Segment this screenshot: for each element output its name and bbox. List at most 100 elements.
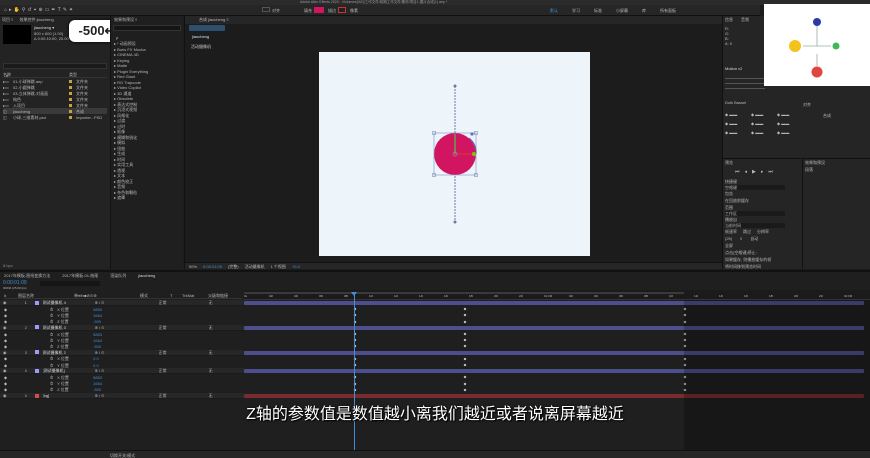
stopwatch-icon[interactable]: ⏱ — [50, 313, 53, 318]
timeline-tab-1[interactable]: 2017年模板-01-结尾 — [62, 273, 98, 278]
gizmo-knob[interactable] — [472, 152, 476, 156]
property-value[interactable]: 5853 — [93, 375, 102, 380]
project-tab[interactable]: 项目 ≡ — [2, 17, 13, 22]
visibility-eye-icon[interactable]: ◉ — [3, 368, 7, 373]
layer-name[interactable]: 测试摄像机 4 — [43, 300, 91, 305]
keyframe-nav-icon[interactable]: ◆ — [4, 319, 26, 324]
fill-swatch[interactable] — [314, 7, 324, 13]
prev-frame-icon[interactable]: ◂ — [745, 169, 748, 175]
workspace-tab-2[interactable]: 标准 — [594, 8, 602, 13]
col-parent[interactable]: 父级和链接 — [208, 293, 228, 298]
layer-color-chip[interactable] — [34, 325, 39, 330]
zoom-select[interactable]: 50% — [189, 264, 197, 269]
move-time-checkbox[interactable]: 将时间移到预览时间 — [723, 263, 801, 270]
label-color-chip[interactable] — [69, 103, 72, 107]
property-value[interactable]: 5853 — [93, 332, 102, 337]
property-value[interactable]: 1664 — [93, 338, 102, 343]
keyframe-nav-icon[interactable]: ◆ — [4, 356, 26, 361]
layer-switches[interactable]: ⊕ / ⊙ — [95, 350, 155, 355]
quality-select[interactable]: (完整) — [228, 264, 239, 269]
keyframe-marker[interactable] — [463, 313, 467, 317]
duik-button-2[interactable]: ◆ ▬▬ — [751, 112, 773, 117]
next-frame-icon[interactable]: ▸ — [761, 169, 764, 175]
keyframe-nav-icon[interactable]: ◆ — [4, 375, 26, 380]
layer-name[interactable]: [bg] — [43, 393, 91, 398]
home-icon[interactable]: ⌂ — [4, 7, 7, 13]
last-frame-icon[interactable]: ⏭ — [768, 169, 773, 175]
stopwatch-icon[interactable]: ⏱ — [50, 319, 53, 324]
property-value[interactable]: 5853 — [93, 307, 102, 312]
visibility-eye-icon[interactable]: ◉ — [3, 300, 7, 305]
label-color-chip[interactable] — [69, 85, 72, 89]
effect-controls-tab[interactable]: 效果控件 jiaocheng — [19, 17, 53, 22]
visibility-eye-icon[interactable]: ◉ — [3, 325, 7, 330]
keyframe-nav-icon[interactable]: ◆ — [4, 381, 26, 386]
layer-switches[interactable]: ⊕ / ⊙ — [95, 368, 155, 373]
keyframe-marker[interactable] — [463, 338, 467, 342]
keyframe-nav-icon[interactable]: ◆ — [4, 313, 26, 318]
time-ruler[interactable]: 0s 02f 04f 06f 08f 10f 12f 14f 16f 18f 20f 22f 01:00… — [244, 290, 870, 300]
playhead[interactable] — [354, 292, 355, 452]
snap-checkbox[interactable] — [262, 7, 270, 12]
effects-category[interactable]: ▸ 遮罩 — [114, 195, 182, 201]
layer-switches[interactable]: ⊕ / ⊙ — [95, 325, 155, 330]
pan-behind-tool-icon[interactable]: ⊕ — [38, 7, 42, 13]
type-tool-icon[interactable]: T — [58, 7, 61, 13]
property-value[interactable]: 1664 — [93, 313, 102, 318]
info-tab[interactable]: 信息 — [725, 17, 733, 22]
layer-mode-select[interactable]: 正常 — [159, 325, 181, 330]
comp-name[interactable]: jiaocheng ▾ — [34, 25, 54, 30]
workspace-tab-0[interactable]: 默认 — [550, 8, 558, 13]
audio-tab[interactable]: 音频 — [741, 17, 749, 22]
property-value[interactable]: -500 — [93, 344, 101, 349]
path-point-bottom[interactable] — [453, 220, 457, 224]
stopwatch-icon[interactable]: ⏱ — [50, 332, 53, 337]
motion-slider-1[interactable] — [725, 78, 765, 79]
keyframe-marker[interactable] — [463, 388, 467, 392]
hand-tool-icon[interactable]: ✋ — [14, 7, 20, 13]
zoom-tool-icon[interactable]: ⚲ — [22, 7, 26, 13]
effects-presets-tab[interactable]: 效果和预设 — [803, 159, 870, 166]
col-type[interactable]: 类型 — [69, 72, 77, 77]
comp-breadcrumb[interactable]: jiaocheng — [189, 25, 225, 39]
duik-button-6[interactable]: ◆ ▬▬ — [777, 121, 799, 126]
timeline-search-input[interactable] — [40, 281, 100, 286]
col-mode[interactable]: 模式 — [140, 293, 164, 298]
layer-name[interactable]: 测试摄像机 3 — [43, 325, 91, 330]
rotation-handle[interactable] — [470, 132, 474, 136]
workspace-tab-3[interactable]: 小屏幕 — [616, 8, 628, 13]
label-color-chip[interactable] — [69, 79, 72, 83]
brush-tool-icon[interactable]: ✎ — [63, 7, 67, 13]
fullscreen-checkbox[interactable]: 全屏 — [723, 242, 801, 249]
property-value[interactable]: -500 — [93, 319, 101, 324]
align-tab[interactable]: 对齐 — [803, 102, 811, 107]
layer-switches[interactable]: ⊕ / ⊙ — [95, 300, 155, 305]
layer-switches[interactable]: ⊕ / ⊙ — [95, 393, 155, 398]
label-color-chip[interactable] — [69, 109, 72, 113]
keyframe-marker[interactable] — [463, 320, 467, 324]
rotate-tool-icon[interactable]: ↺ — [27, 7, 31, 13]
rectangle-tool-icon[interactable]: ▭ — [45, 7, 50, 13]
layer-color-chip[interactable] — [34, 393, 39, 398]
keyframe-marker[interactable] — [463, 344, 467, 348]
layer-name[interactable]: [测试摄像机] — [43, 368, 91, 373]
duik-button-3[interactable]: ◆ ▬▬ — [777, 112, 799, 117]
layer-mode-select[interactable]: 正常 — [159, 393, 181, 398]
stopwatch-icon[interactable]: ⏱ — [50, 363, 53, 368]
layer-mode-select[interactable]: 正常 — [159, 350, 181, 355]
visibility-eye-icon[interactable]: ◉ — [3, 350, 7, 355]
motion-slider-3[interactable] — [725, 88, 765, 89]
workspace-tab-1[interactable]: 学习 — [572, 8, 580, 13]
keyframe-nav-icon[interactable]: ◆ — [4, 363, 26, 368]
label-color-chip[interactable] — [69, 115, 72, 119]
stopwatch-icon[interactable]: ⏱ — [50, 307, 53, 312]
property-value[interactable]: 0.0 — [93, 363, 99, 368]
workspace-tab-5[interactable]: 所有面板 — [660, 8, 676, 13]
layer-color-chip[interactable] — [34, 350, 39, 355]
layer-mode-select[interactable]: 正常 — [159, 300, 181, 305]
col-layer-name[interactable]: 图层名称 — [18, 293, 68, 298]
project-search-input[interactable]: ρ — [3, 63, 107, 78]
keyframe-nav-icon[interactable]: ◆ — [4, 307, 26, 312]
camera-select[interactable]: 活动摄像机 — [245, 264, 265, 269]
comp-tab[interactable]: 合成 jiaocheng ≡ — [199, 17, 229, 22]
